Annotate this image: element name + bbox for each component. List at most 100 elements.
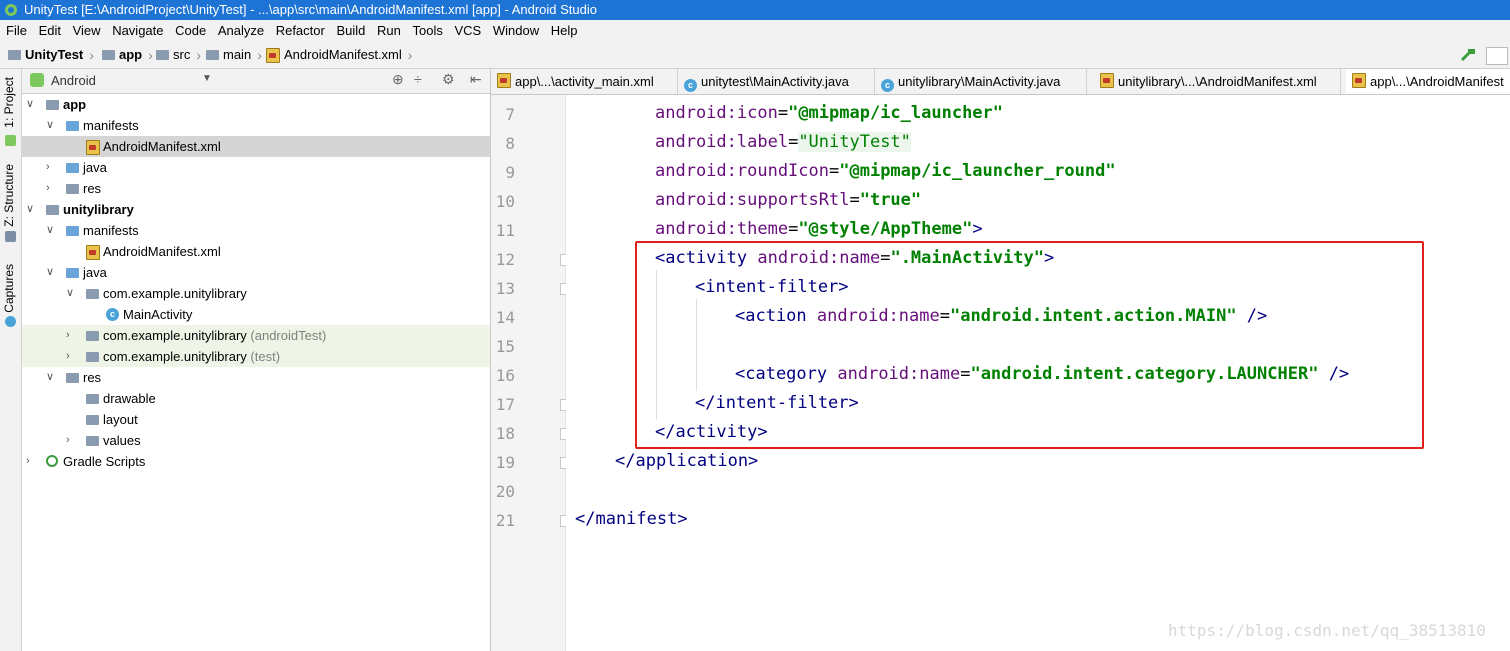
menu-navigate[interactable]: Navigate [112,23,163,38]
chevron-down-icon[interactable]: ▼ [202,73,212,84]
tab-unitylibrary-mainactivity[interactable]: c unitylibrary\MainActivity.java [875,69,1087,94]
tree-item-drawable[interactable]: drawable [22,388,490,409]
line-number: 9 [505,163,515,182]
breadcrumb-item-src[interactable]: src › [156,42,201,68]
class-icon: c [106,308,119,321]
gear-icon[interactable]: ⚙ [442,71,455,88]
tab-activity-main-xml[interactable]: app\...\activity_main.xml [491,69,678,94]
package-icon [86,289,99,299]
project-panel-header: Android ▼ ⊕ ÷ ⚙ ⇤ [22,69,490,94]
tab-app-manifest[interactable]: app\...\AndroidManifest [1346,69,1510,94]
tree-item-label: Gradle Scripts [63,454,146,469]
tree-item-androidmanifest-lib[interactable]: AndroidManifest.xml [22,241,490,262]
android-view-icon [30,73,44,87]
breadcrumb-item-file[interactable]: AndroidManifest.xml › [266,42,412,68]
xml-file-icon [1100,73,1114,88]
tree-item-label: AndroidManifest.xml [103,139,221,154]
folder-icon [66,226,79,236]
folder-icon [156,50,169,60]
tree-item-package[interactable]: ∨ com.example.unitylibrary [22,283,490,304]
breadcrumb-item-main[interactable]: main › [206,42,262,68]
code-line-19: </application> [615,451,759,471]
tab-label: app\...\activity_main.xml [515,74,654,89]
locate-icon[interactable]: ⊕ [392,71,404,88]
tree-item-label: com.example.unitylibrary [103,286,247,301]
hide-panel-icon[interactable]: ⇤ [470,71,482,88]
line-number: 19 [495,453,515,472]
line-number: 20 [495,482,515,501]
breadcrumb-label: src [173,47,191,62]
line-number: 17 [495,395,515,414]
tree-item-gradle-scripts[interactable]: › Gradle Scripts [22,451,490,472]
breadcrumb-item-app[interactable]: app › [102,42,153,68]
watermark: https://blog.csdn.net/qq_38513810 [1168,621,1486,640]
line-number: 18 [495,424,515,443]
tree-item-label: com.example.unitylibrary [103,349,247,364]
tree-item-java[interactable]: ∨ java [22,262,490,283]
menu-help[interactable]: Help [551,23,578,38]
xml-file-icon [497,73,511,88]
tree-item-res[interactable]: › res [22,178,490,199]
breadcrumb: UnityTest › app › src › main › AndroidManife… [0,42,1510,69]
breadcrumb-label: main [223,47,252,62]
menu-view[interactable]: View [73,23,101,38]
class-icon: c [684,79,697,92]
tree-item-label: com.example.unitylibrary [103,328,247,343]
tree-item-package-test[interactable]: › com.example.unitylibrary (test) [22,346,490,367]
menu-code[interactable]: Code [175,23,206,38]
tool-tab-structure[interactable]: Z: Structure [2,164,16,227]
project-folder-icon [8,50,21,60]
structure-icon [5,231,16,242]
menu-refactor[interactable]: Refactor [276,23,325,38]
menu-run[interactable]: Run [377,23,401,38]
breadcrumb-item-project[interactable]: UnityTest › [8,42,94,68]
collapse-icon[interactable]: ÷ [414,71,422,87]
package-icon [86,331,99,341]
view-selector[interactable]: Android [51,73,96,88]
tree-item-manifests[interactable]: ∨ manifests [22,115,490,136]
window-title: UnityTest [E:\AndroidProject\UnityTest] … [24,2,597,17]
tree-item-java[interactable]: › java [22,157,490,178]
menu-analyze[interactable]: Analyze [218,23,264,38]
build-hammer-icon[interactable] [1460,48,1476,62]
tree-item-mainactivity[interactable]: c MainActivity [22,304,490,325]
line-number: 10 [495,192,515,211]
code-line-11: android:theme="@style/AppTheme"> [655,219,983,239]
tree-item-app[interactable]: ∨ app [22,94,490,115]
tab-unitytest-mainactivity[interactable]: c unitytest\MainActivity.java [678,69,875,94]
folder-icon [66,121,79,131]
menu-edit[interactable]: Edit [39,23,61,38]
menu-file[interactable]: File [6,23,27,38]
line-number: 13 [495,279,515,298]
tool-tab-captures[interactable]: Captures [2,264,16,313]
xml-file-icon [86,245,100,260]
run-config-dropdown[interactable] [1486,47,1508,65]
tree-item-label: res [83,370,102,385]
tree-item-label: layout [103,412,138,427]
xml-file-icon [266,47,280,63]
tool-tab-project[interactable]: 1: Project [2,77,16,128]
tree-item-androidmanifest-app[interactable]: AndroidManifest.xml [22,136,490,157]
class-icon: c [881,79,894,92]
folder-icon [66,268,79,278]
tree-item-values[interactable]: › values [22,430,490,451]
line-number: 16 [495,366,515,385]
tree-item-unitylibrary[interactable]: ∨ unitylibrary [22,199,490,220]
tree-item-label: java [83,265,107,280]
menu-build[interactable]: Build [336,23,365,38]
tab-label: unitytest\MainActivity.java [701,74,849,89]
tree-item-manifests[interactable]: ∨ manifests [22,220,490,241]
module-folder-icon [46,100,59,110]
tree-item-res[interactable]: ∨ res [22,367,490,388]
tree-item-label: MainActivity [123,307,193,322]
menu-tools[interactable]: Tools [413,23,443,38]
line-number: 21 [495,511,515,530]
menu-vcs[interactable]: VCS [454,23,481,38]
menu-window[interactable]: Window [493,23,539,38]
tab-unitylibrary-manifest[interactable]: unitylibrary\...\AndroidManifest.xml [1094,69,1341,94]
code-line-21: </manifest> [575,509,688,529]
line-number: 14 [495,308,515,327]
project-panel: Android ▼ ⊕ ÷ ⚙ ⇤ ∨ app ∨ manifests Andr… [22,69,491,651]
tree-item-package-androidtest[interactable]: › com.example.unitylibrary (androidTest) [22,325,490,346]
tree-item-layout[interactable]: layout [22,409,490,430]
